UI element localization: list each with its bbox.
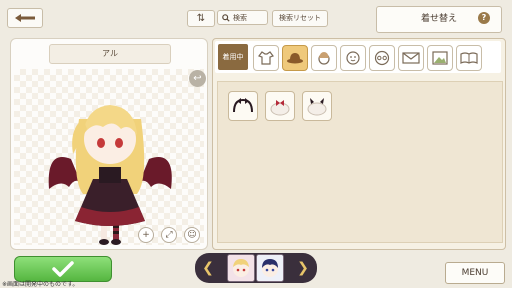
development-note: ※画面は開発中のものです。 [2, 281, 79, 288]
character-sprite [48, 105, 172, 245]
prev-character-button[interactable]: ❮ [201, 258, 215, 278]
character-preview-panel: アル ↩ + ⤢ ☺ [10, 38, 208, 250]
back-button[interactable] [7, 8, 43, 28]
undo-icon: ↩ [193, 73, 202, 84]
category-book[interactable] [456, 45, 482, 71]
costume-icon [258, 51, 274, 65]
category-costume[interactable] [253, 45, 279, 71]
ribbon-icon [270, 100, 290, 116]
plus-icon: + [142, 230, 150, 240]
page-title-text: 着せ替え [420, 14, 457, 24]
undo-button[interactable]: ↩ [189, 70, 206, 87]
category-envelope[interactable] [398, 45, 424, 71]
expand-button[interactable]: ⤢ [161, 227, 177, 243]
item-ribbon-hair[interactable] [265, 91, 295, 121]
frame-icon [432, 51, 448, 65]
expression-button[interactable]: ☺ [184, 227, 200, 243]
hat-icon [287, 53, 303, 64]
search-icon [222, 13, 230, 22]
category-hair[interactable] [311, 45, 337, 71]
item-bow-headdress[interactable] [228, 91, 258, 121]
bow-headdress-icon [233, 98, 253, 113]
character-selector: ❮ ❯ [195, 253, 317, 283]
category-hat[interactable] [282, 45, 308, 71]
search-label: 検索 [233, 13, 247, 22]
expand-icon: ⤢ [165, 230, 173, 240]
category-face[interactable] [340, 45, 366, 71]
blonde-character-portrait [228, 255, 254, 281]
book-icon [460, 52, 478, 64]
sort-icon: ⇅ [196, 13, 206, 24]
character-thumb-selected[interactable] [227, 254, 255, 282]
glasses-icon [374, 50, 390, 66]
back-arrow-icon [15, 14, 35, 22]
sort-button[interactable]: ⇅ [187, 10, 215, 27]
face-icon [346, 51, 360, 65]
hair-icon [318, 52, 330, 65]
category-glasses[interactable] [369, 45, 395, 71]
checkmark-icon [52, 261, 74, 277]
chevron-left-icon: ❮ [202, 260, 214, 276]
wardrobe-panel: 着用中 [212, 38, 506, 250]
character-name: アル [102, 49, 118, 58]
smile-icon: ☺ [187, 230, 197, 240]
chevron-right-icon: ❯ [297, 260, 309, 276]
next-character-button[interactable]: ❯ [296, 258, 310, 278]
item-horned-headband[interactable] [302, 91, 332, 121]
equipped-tab[interactable]: 着用中 [218, 44, 248, 70]
category-frame[interactable] [427, 45, 453, 71]
help-icon[interactable]: ? [478, 12, 490, 24]
character-name-plate: アル [49, 44, 171, 64]
zoom-in-button[interactable]: + [138, 227, 154, 243]
dark-hair-character-portrait [257, 255, 283, 281]
search-reset-button[interactable]: 検索リセット [272, 10, 328, 27]
horns-icon [307, 98, 327, 116]
character-thumb[interactable] [256, 254, 284, 282]
items-grid [217, 81, 503, 243]
envelope-icon [402, 52, 420, 64]
search-button[interactable]: 検索 [217, 10, 268, 25]
menu-button[interactable]: MENU [445, 262, 505, 284]
